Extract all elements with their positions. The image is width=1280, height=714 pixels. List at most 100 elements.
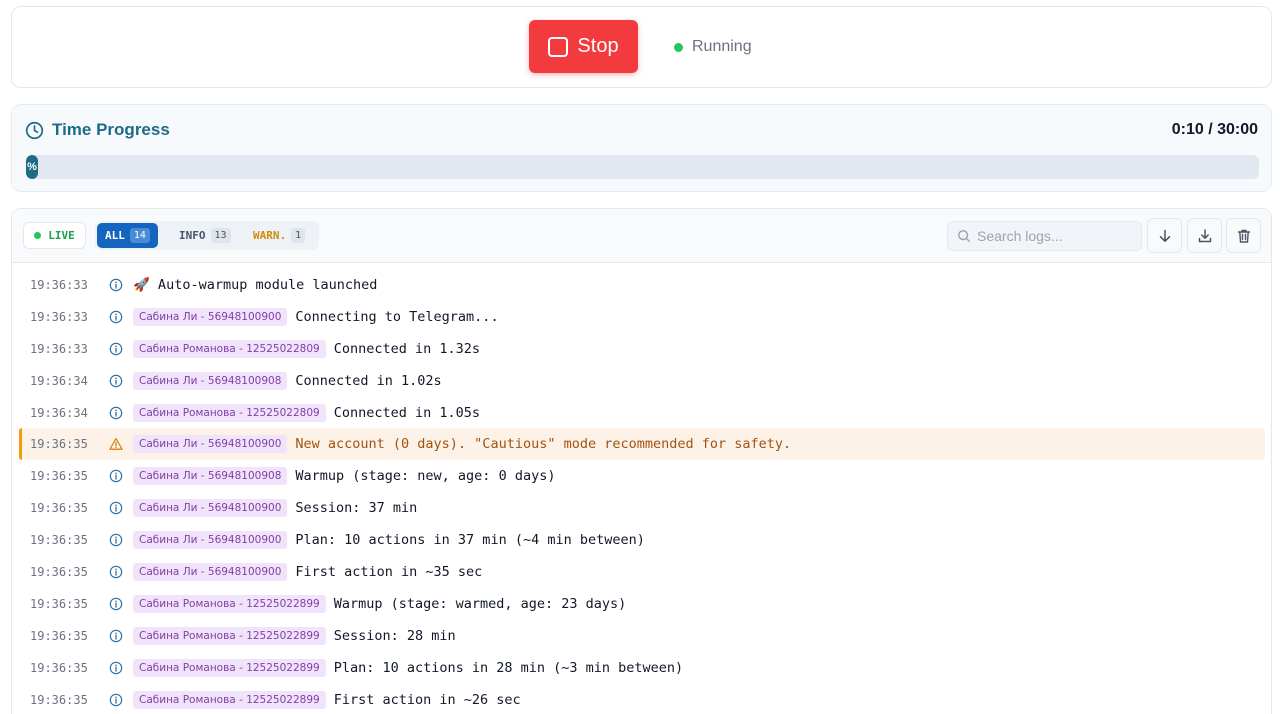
- log-message: Connecting to Telegram...: [295, 308, 499, 325]
- log-toolbar: LIVE ALL 14 INFO 13 WARN. 1: [12, 209, 1271, 263]
- info-icon: [109, 597, 123, 611]
- log-timestamp: 19:36:35: [30, 437, 88, 452]
- log-timestamp: 19:36:35: [30, 660, 88, 675]
- log-row: 19:36:33 🚀 Auto-warmup module launched: [12, 269, 1271, 301]
- stop-icon: [548, 36, 569, 57]
- account-tag: Сабина Ли - 56948100900: [133, 562, 288, 581]
- stop-button[interactable]: Stop: [529, 20, 638, 73]
- clear-logs-button[interactable]: [1226, 218, 1261, 253]
- account-tag: Сабина Романова - 12525022899: [133, 626, 326, 645]
- log-row: 19:36:35 Сабина Романова - 12525022899 F…: [12, 684, 1271, 714]
- run-status: Running: [674, 38, 752, 56]
- info-icon: [109, 661, 123, 675]
- search-logs-input[interactable]: [977, 228, 1137, 244]
- account-tag: Сабина Романова - 12525022899: [133, 658, 326, 677]
- log-message: Warmup (stage: new, age: 0 days): [295, 468, 556, 485]
- account-tag: Сабина Романова - 12525022899: [133, 690, 326, 709]
- log-message: Connected in 1.05s: [333, 404, 480, 421]
- account-tag: Сабина Ли - 56948100908: [133, 467, 288, 486]
- log-content: Сабина Ли - 56948100900 New account (0 d…: [133, 435, 791, 454]
- log-content: Сабина Романова - 12525022809 Connected …: [133, 339, 480, 358]
- download-icon: [1198, 228, 1211, 242]
- filter-all[interactable]: ALL 14: [97, 223, 158, 248]
- log-search: [947, 221, 1142, 251]
- account-tag: Сабина Ли - 56948100908: [133, 371, 288, 390]
- log-row: 19:36:35 Сабина Ли - 56948100908 Warmup …: [12, 460, 1271, 492]
- log-row: 19:36:34 Сабина Романова - 12525022809 C…: [12, 397, 1271, 429]
- stop-button-label: Stop: [577, 35, 619, 57]
- log-message: 🚀 Auto-warmup module launched: [133, 276, 378, 293]
- log-row: 19:36:35 Сабина Ли - 56948100900 Plan: 1…: [12, 524, 1271, 556]
- info-icon: [109, 693, 123, 707]
- log-row: 19:36:34 Сабина Ли - 56948100908 Connect…: [12, 365, 1271, 397]
- info-icon: [109, 310, 123, 324]
- time-progress-title: Time Progress: [52, 120, 170, 139]
- progress-percent-label: %: [27, 161, 37, 173]
- log-message: Warmup (stage: warmed, age: 23 days): [333, 595, 627, 612]
- log-timestamp: 19:36:35: [30, 692, 88, 707]
- account-tag: Сабина Романова - 12525022809: [133, 403, 326, 422]
- clock-icon: [25, 121, 44, 139]
- log-timestamp: 19:36:35: [30, 596, 88, 611]
- control-panel: Stop Running: [11, 6, 1272, 88]
- log-level-filters: ALL 14 INFO 13 WARN. 1: [95, 221, 319, 250]
- log-message: Plan: 10 actions in 28 min (~3 min betwe…: [333, 659, 684, 676]
- log-timestamp: 19:36:35: [30, 564, 88, 579]
- log-row: 19:36:33 Сабина Романова - 12525022809 C…: [12, 333, 1271, 365]
- log-content: Сабина Романова - 12525022899 Plan: 10 a…: [133, 658, 684, 677]
- log-timestamp: 19:36:35: [30, 533, 88, 548]
- filter-warn-label: WARN.: [253, 229, 287, 242]
- scroll-down-icon: [1159, 229, 1170, 242]
- info-icon: [109, 629, 123, 643]
- log-content: 🚀 Auto-warmup module launched: [133, 277, 377, 293]
- log-timestamp: 19:36:33: [30, 309, 88, 324]
- info-icon: [109, 533, 123, 547]
- time-progress-bar: %: [26, 155, 1259, 179]
- log-row: 19:36:35 Сабина Романова - 12525022899 P…: [12, 652, 1271, 684]
- log-message: First action in ~26 sec: [333, 691, 521, 708]
- log-content: Сабина Романова - 12525022899 First acti…: [133, 690, 521, 709]
- filter-info[interactable]: INFO 13: [171, 223, 239, 248]
- log-list: 19:36:33 🚀 Auto-warmup module launched 1…: [12, 269, 1271, 714]
- log-panel: LIVE ALL 14 INFO 13 WARN. 1 Search logs.…: [11, 208, 1272, 714]
- log-row: 19:36:35 Сабина Ли - 56948100900 New acc…: [19, 428, 1265, 461]
- log-message: Connected in 1.02s: [295, 372, 442, 389]
- time-progress-fill: %: [26, 155, 38, 179]
- info-icon: [109, 278, 123, 292]
- account-tag: Сабина Романова - 12525022899: [133, 594, 326, 613]
- warning-icon: [109, 437, 123, 451]
- info-icon: [109, 374, 123, 388]
- log-content: Сабина Романова - 12525022809 Connected …: [133, 403, 480, 422]
- info-icon: [109, 501, 123, 515]
- filter-all-count: 14: [129, 228, 150, 243]
- filter-all-label: ALL: [105, 229, 125, 242]
- log-content: Сабина Романова - 12525022899 Warmup (st…: [133, 594, 627, 613]
- log-row: 19:36:35 Сабина Романова - 12525022899 S…: [12, 620, 1271, 652]
- info-icon: [109, 406, 123, 420]
- log-row: 19:36:35 Сабина Ли - 56948100900 Session…: [12, 492, 1271, 524]
- info-icon: [109, 565, 123, 579]
- filter-warn-count: 1: [291, 228, 306, 243]
- log-message: First action in ~35 sec: [295, 563, 483, 580]
- live-dot-icon: [34, 232, 42, 239]
- time-progress-header: Time Progress: [25, 120, 170, 140]
- log-timestamp: 19:36:35: [30, 501, 88, 516]
- log-timestamp: 19:36:34: [30, 373, 88, 388]
- download-logs-button[interactable]: [1187, 218, 1222, 253]
- live-label: LIVE: [48, 229, 75, 242]
- log-content: Сабина Ли - 56948100900 Connecting to Te…: [133, 307, 499, 326]
- log-row: 19:36:33 Сабина Ли - 56948100900 Connect…: [12, 301, 1271, 333]
- scroll-to-bottom-button[interactable]: [1147, 218, 1182, 253]
- log-content: Сабина Ли - 56948100908 Warmup (stage: n…: [133, 467, 556, 486]
- filter-info-count: 13: [210, 228, 231, 243]
- account-tag: Сабина Ли - 56948100900: [133, 307, 288, 326]
- log-message: Session: 37 min: [295, 500, 418, 517]
- filter-warn[interactable]: WARN. 1: [245, 223, 313, 248]
- log-timestamp: 19:36:34: [30, 405, 88, 420]
- account-tag: Сабина Ли - 56948100900: [133, 531, 288, 550]
- status-text: Running: [692, 38, 752, 55]
- search-icon: [958, 230, 970, 242]
- info-icon: [109, 342, 123, 356]
- info-icon: [109, 469, 123, 483]
- log-message: Session: 28 min: [333, 627, 456, 644]
